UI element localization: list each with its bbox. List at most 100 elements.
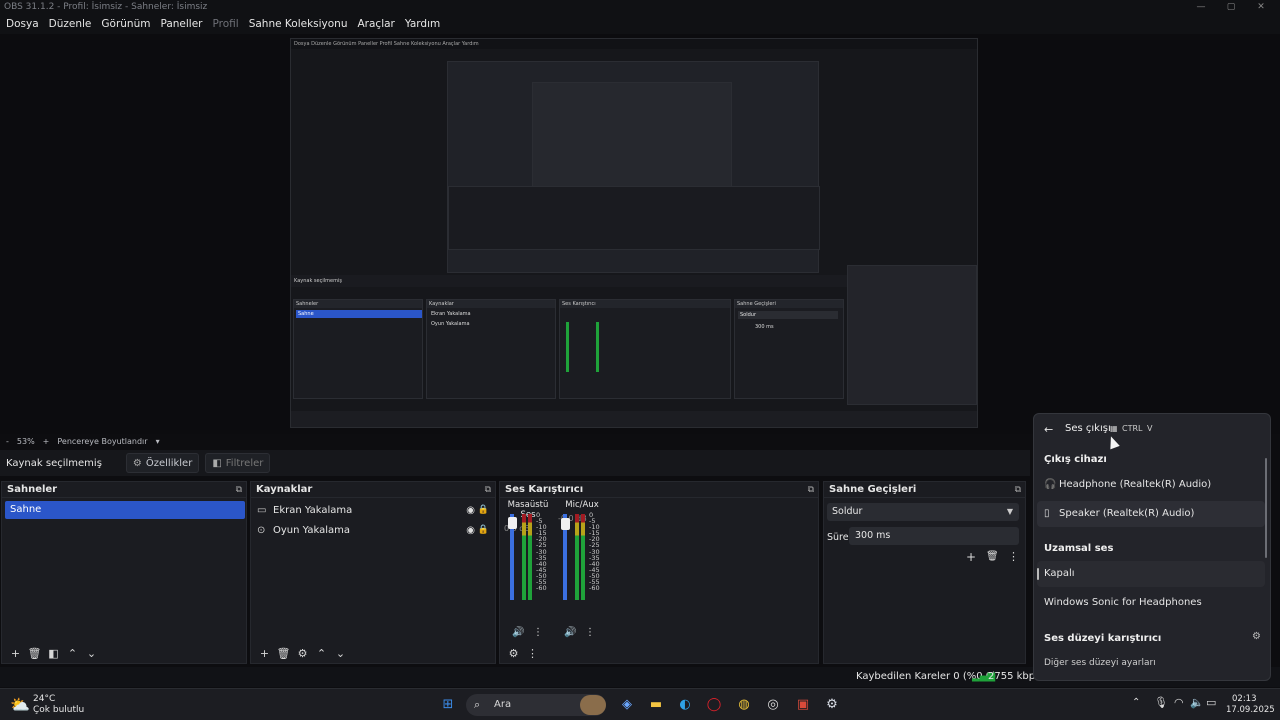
opera-icon[interactable]: ◯ — [703, 694, 725, 716]
menu-sahne-koleksiyonu[interactable]: Sahne Koleksiyonu — [249, 18, 348, 30]
weather-desc[interactable]: Çok bulutlu — [33, 705, 84, 715]
maximize-button[interactable]: ▢ — [1216, 0, 1246, 14]
properties-button[interactable]: ⚙ Özellikler — [125, 453, 200, 473]
menu-dosya[interactable]: Dosya — [6, 18, 39, 30]
capture-app-icon[interactable]: ▣ — [792, 694, 814, 716]
lock-icon[interactable]: 🔒 — [478, 525, 489, 535]
weather-icon[interactable]: ⛅ — [10, 695, 30, 714]
mini-nested-preview-2 — [532, 82, 732, 190]
sources-toolbar: + 🗑 ⚙ ⌃ ⌄ — [251, 643, 495, 663]
output-device-section: Çıkış cihazı — [1044, 454, 1107, 465]
scene-item-sahne[interactable]: Sahne — [5, 501, 245, 519]
kebab-menu-icon[interactable]: ⋮ — [533, 627, 543, 638]
add-transition-icon[interactable]: + — [966, 550, 976, 564]
shortcut-ctrl: CTRL — [1122, 424, 1143, 433]
close-button[interactable]: ✕ — [1246, 0, 1276, 14]
menu-araclar[interactable]: Araçlar — [358, 18, 395, 30]
move-down-icon[interactable]: ⌄ — [331, 647, 350, 660]
fader-knob[interactable] — [561, 518, 570, 530]
zoom-out-button[interactable]: - — [6, 437, 9, 446]
remove-scene-icon[interactable]: 🗑 — [25, 647, 44, 660]
undock-icon[interactable]: ⧉ — [236, 482, 242, 498]
duration-label: Süre — [827, 532, 849, 543]
volume-mixer-section: Ses düzeyi karıştırıcı — [1044, 633, 1162, 644]
gear-icon: ⚙ — [132, 457, 142, 469]
fader-knob[interactable] — [508, 517, 517, 529]
chevron-up-icon[interactable]: ⌃ — [1132, 697, 1140, 708]
windows-taskbar: ⛅ 24°C Çok bulutlu ⊞ ⌕ Ara ◈ ▬ ◐ ◯ ◍ ◎ ▣… — [0, 688, 1280, 720]
move-down-icon[interactable]: ⌄ — [82, 647, 101, 660]
chrome-icon[interactable]: ◍ — [733, 694, 755, 716]
meter-bar — [575, 514, 579, 600]
source-item-ekran-yakalama[interactable]: ▭ Ekran Yakalama ◉ 🔒 — [257, 501, 497, 519]
minimize-button[interactable]: — — [1186, 0, 1216, 14]
menu-yardim[interactable]: Yardım — [405, 18, 440, 30]
source-properties-icon[interactable]: ⚙ — [293, 647, 312, 660]
kebab-menu-icon[interactable]: ⋮ — [1008, 550, 1019, 563]
volume-icon[interactable]: 🔈 — [1190, 696, 1204, 709]
more-volume-settings-link[interactable]: Diğer ses düzeyi ayarları — [1034, 658, 1270, 668]
meter-bar — [522, 514, 526, 600]
kebab-menu-icon[interactable]: ⋮ — [523, 647, 542, 660]
add-source-icon[interactable]: + — [255, 647, 274, 660]
clock-time[interactable]: 02:13 — [1232, 694, 1257, 704]
audio-mixer-dock-header: Ses Karıştırıcı ⧉ — [500, 482, 818, 498]
file-explorer-icon[interactable]: ▬ — [645, 694, 667, 716]
undock-icon[interactable]: ⧉ — [1015, 482, 1021, 498]
menu-profil[interactable]: Profil — [213, 18, 239, 30]
spatial-off[interactable]: Kapalı — [1037, 561, 1265, 587]
wifi-icon[interactable]: ◠ — [1174, 696, 1184, 709]
speaker-mute-icon[interactable]: 🔊 — [512, 627, 524, 638]
mixer-settings-icon[interactable]: ⚙ — [1252, 631, 1261, 642]
volume-meter-desktop: 0 -5 -10 -15 -20 -25 -30 -35 -40 -45 -50 -55 -60 — [508, 512, 550, 600]
weather-temp[interactable]: 24°C — [33, 694, 55, 704]
zoom-mode-dropdown-icon[interactable]: ▾ — [156, 437, 160, 446]
menu-paneller[interactable]: Paneller — [160, 18, 202, 30]
zoom-mode[interactable]: Pencereye Boyutlandır — [57, 437, 147, 446]
undock-icon[interactable]: ⧉ — [485, 482, 491, 498]
device-speaker[interactable]: ▯ Speaker (Realtek(R) Audio) — [1037, 501, 1265, 527]
back-arrow-icon[interactable]: ← — [1044, 423, 1053, 436]
mini-nested-docks — [448, 186, 820, 250]
microphone-icon[interactable]: 🎙 — [1154, 696, 1168, 709]
settings-icon[interactable]: ⚙ — [821, 694, 843, 716]
battery-icon[interactable]: ▭ — [1206, 696, 1216, 709]
advanced-audio-icon[interactable]: ⚙ — [504, 647, 523, 660]
start-icon[interactable]: ⊞ — [437, 694, 459, 716]
copilot-icon[interactable]: ◈ — [616, 694, 638, 716]
headphone-icon: 🎧 — [1044, 479, 1057, 490]
preview-canvas[interactable]: Dosya Düzenle Görünüm Paneller Profil Sa… — [290, 38, 978, 428]
menu-gorunum[interactable]: Görünüm — [101, 18, 150, 30]
filters-button[interactable]: ◧ Filtreler — [205, 453, 271, 473]
speaker-mute-icon[interactable]: 🔊 — [564, 627, 576, 638]
meter-scale: 0 -5 -10 -15 -20 -25 -30 -35 -40 -45 -50 -55 -60 — [589, 512, 600, 592]
app-icon[interactable]: ◎ — [762, 694, 784, 716]
add-scene-icon[interactable]: + — [6, 647, 25, 660]
menu-duzenle[interactable]: Düzenle — [49, 18, 92, 30]
edge-icon[interactable]: ◐ — [674, 694, 696, 716]
clock-date[interactable]: 17.09.2025 — [1226, 705, 1275, 715]
device-headphone[interactable]: 🎧 Headphone (Realtek(R) Audio) — [1037, 472, 1265, 498]
undock-icon[interactable]: ⧉ — [808, 482, 814, 498]
remove-source-icon[interactable]: 🗑 — [274, 647, 293, 660]
lock-icon[interactable]: 🔒 — [478, 505, 489, 515]
move-up-icon[interactable]: ⌃ — [312, 647, 331, 660]
audio-mixer-dock: Ses Karıştırıcı ⧉ Masaüstü Ses 0.0 dB Mi… — [499, 481, 819, 664]
zoom-in-button[interactable]: + — [43, 437, 50, 446]
sound-output-flyout: ← Ses çıkışı ▦ CTRL V Çıkış cihazı 🎧 Hea… — [1033, 413, 1271, 681]
search-highlight-icon — [580, 695, 606, 715]
search-icon: ⌕ — [474, 698, 481, 711]
scene-filters-icon[interactable]: ◧ — [44, 647, 63, 660]
spatial-windows-sonic[interactable]: Windows Sonic for Headphones — [1037, 590, 1265, 616]
kebab-menu-icon[interactable]: ⋮ — [585, 627, 595, 638]
duration-spinbox[interactable]: 300 ms — [849, 527, 1019, 545]
move-up-icon[interactable]: ⌃ — [63, 647, 82, 660]
scenes-dock-header: Sahneler ⧉ — [2, 482, 246, 498]
eye-icon[interactable]: ◉ — [466, 505, 475, 516]
source-item-oyun-yakalama[interactable]: ⊙ Oyun Yakalama ◉ 🔒 — [257, 521, 497, 539]
eye-icon[interactable]: ◉ — [466, 525, 475, 536]
no-source-selected-label: Kaynak seçilmemiş — [6, 457, 102, 469]
scenes-toolbar: + 🗑 ◧ ⌃ ⌄ — [2, 643, 246, 663]
remove-transition-icon[interactable]: 🗑 — [986, 551, 999, 562]
transition-select[interactable]: Soldur ▼ — [827, 503, 1019, 521]
